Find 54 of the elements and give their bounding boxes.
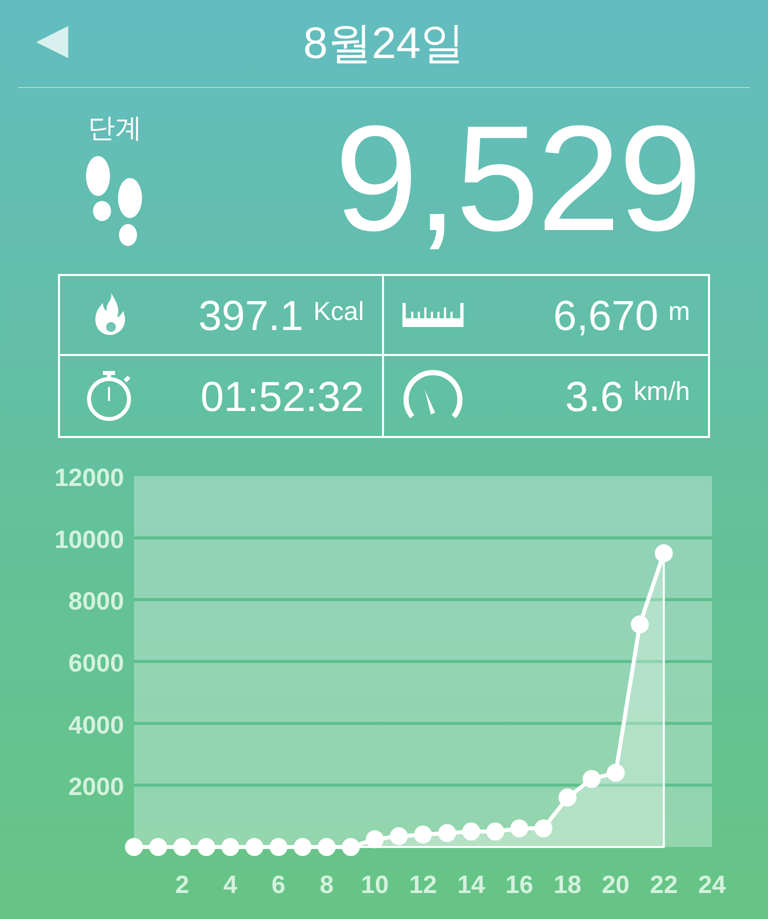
x-tick-label: 16 <box>505 871 534 899</box>
x-tick-label: 6 <box>272 871 286 899</box>
data-point <box>534 819 552 838</box>
stat-unit: m <box>668 295 690 328</box>
step-count: 9,529 <box>334 103 700 253</box>
stat-unit: km/h <box>634 375 690 408</box>
data-point <box>125 838 143 856</box>
date-title: 8월24일 <box>303 18 465 70</box>
x-tick-label: 22 <box>650 871 678 899</box>
data-point <box>438 824 456 842</box>
y-tick-label: 6000 <box>68 650 124 678</box>
y-tick-label: 4000 <box>68 711 124 740</box>
stat-value: 3.6 <box>565 372 624 422</box>
data-point <box>654 544 673 562</box>
data-point <box>510 819 528 838</box>
x-tick-label: 2 <box>175 871 190 899</box>
stat-value: 397.1 <box>198 290 304 340</box>
stopwatch-icon <box>86 370 132 422</box>
data-point <box>342 838 360 856</box>
data-point <box>149 838 168 856</box>
data-point <box>414 826 432 844</box>
steps-label: 단계 <box>88 112 142 145</box>
stat-unit: Kcal <box>313 295 364 328</box>
x-tick-label: 12 <box>409 871 437 899</box>
y-tick-label: 2000 <box>68 773 124 802</box>
y-tick-label: 10000 <box>54 526 124 554</box>
data-point <box>390 827 408 846</box>
x-tick-label: 4 <box>223 871 238 899</box>
data-point <box>318 838 336 856</box>
back-button[interactable]: ◀ <box>36 18 68 60</box>
data-point <box>294 838 312 856</box>
x-tick-label: 20 <box>602 871 630 899</box>
data-point <box>486 822 504 840</box>
x-tick-label: 10 <box>360 871 389 899</box>
data-point <box>558 788 576 806</box>
ruler-icon <box>402 303 464 327</box>
stat-value: 01:52:32 <box>200 372 364 422</box>
x-tick-label: 14 <box>457 871 486 899</box>
x-tick-label: 8 <box>320 871 334 899</box>
x-tick-label: 18 <box>554 871 582 899</box>
data-point <box>606 764 625 782</box>
x-tick-label: 24 <box>698 871 726 899</box>
data-point <box>270 838 288 856</box>
y-tick-label: 8000 <box>68 588 124 616</box>
data-point <box>582 770 601 788</box>
data-point <box>245 838 264 856</box>
data-point <box>221 838 240 856</box>
data-point <box>630 615 649 634</box>
stat-value: 6,670 <box>553 290 658 340</box>
data-point <box>366 830 384 848</box>
data-point <box>462 822 480 840</box>
data-point <box>197 838 216 856</box>
y-tick-label: 12000 <box>54 464 124 492</box>
data-point <box>173 838 192 856</box>
